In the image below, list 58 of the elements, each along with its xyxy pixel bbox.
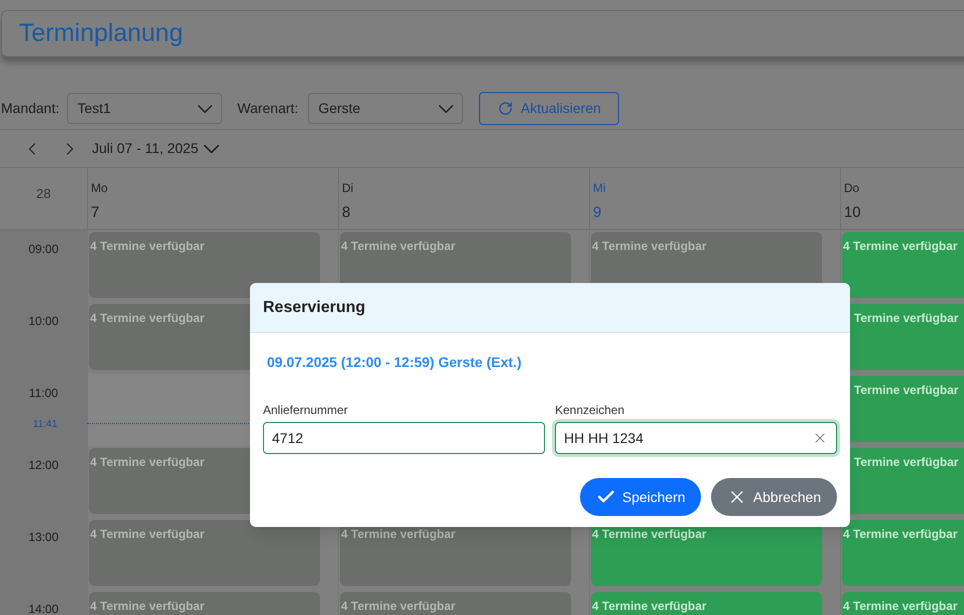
day-number: 10 [844, 203, 861, 223]
time-label: 12:00 [28, 457, 59, 474]
field-label: Kennzeichen [555, 402, 624, 419]
slot-label: 4 Termine verfügbar [90, 311, 204, 325]
text-field[interactable]: 4712 [263, 422, 545, 454]
slot-label: 4 Termine verfügbar [843, 599, 958, 613]
current-time-label: 11:41 [33, 418, 58, 432]
refresh-button[interactable]: Aktualisieren [479, 92, 620, 125]
time-label: 14:00 [28, 601, 59, 615]
date-range-picker[interactable]: Juli 07 - 11, 2025 [92, 138, 220, 159]
time-slot[interactable]: 4 Termine verfügbar [89, 592, 320, 615]
chevron-down-icon [204, 144, 220, 152]
time-slot[interactable]: 4 Termine verfügbar [89, 232, 320, 298]
slot-label: 4 Termine verfügbar [90, 239, 204, 253]
slot-label: 4 Termine verfügbar [341, 599, 456, 613]
chevron-down-icon [439, 104, 454, 112]
slot-label: 4 Termine verfügbar [341, 527, 456, 541]
slot-label: 4 Termine verfügbar [843, 239, 958, 253]
cancel-button[interactable]: Abbrechen [711, 478, 837, 516]
warenart-dropdown[interactable]: Gerste [308, 93, 464, 124]
weekday-label: Di [342, 180, 354, 197]
time-label: 09:00 [28, 241, 59, 258]
time-label: 11:00 [28, 385, 58, 402]
day-number: 9 [593, 203, 602, 223]
slot-label: 4 Termine verfügbar [90, 455, 204, 469]
slot-label: 4 Termine verfügbar [843, 527, 958, 541]
time-slot[interactable]: 4 Termine verfügbar [842, 520, 964, 586]
weekday-label: Mi [593, 180, 606, 197]
weekday-label: Mo [91, 180, 108, 197]
time-slot[interactable]: 4 Termine verfügbar [842, 592, 964, 615]
refresh-icon [498, 101, 513, 116]
text-field[interactable]: HH HH 1234 [555, 422, 837, 454]
slot-label: 4 Termine verfügbar [592, 239, 706, 253]
slot-label: 4 Termine verfügbar [592, 527, 706, 541]
slot-label: 4 Termine verfügbar [90, 527, 204, 541]
slot-label: Termine verfügbar [854, 455, 958, 469]
time-label: 10:00 [28, 313, 59, 330]
mandant-label: Mandant: [1, 99, 60, 118]
time-slot[interactable]: 4 Termine verfügbar [842, 232, 964, 298]
time-label: 13:00 [28, 529, 59, 546]
slot-label: 4 Termine verfügbar [592, 599, 706, 613]
slot-label: Termine verfügbar [854, 311, 958, 325]
chevron-down-icon [198, 104, 212, 112]
field-label: Anliefernummer [263, 402, 348, 419]
time-slot[interactable]: 4 Termine verfügbar [89, 520, 320, 586]
warenart-label: Warenart: [237, 99, 298, 118]
page-title: Terminplanung [19, 18, 183, 49]
weekday-label: Do [844, 180, 860, 197]
day-number: 8 [342, 203, 350, 223]
time-slot[interactable]: 4 Termine verfügbar [340, 592, 571, 615]
slot-label: Termine verfügbar [854, 383, 958, 397]
day-number: 7 [91, 203, 100, 223]
week-number: 28 [36, 185, 51, 203]
mandant-dropdown[interactable]: Test1 [67, 93, 222, 124]
slot-label: 4 Termine verfügbar [341, 239, 456, 253]
slot-label: 4 Termine verfügbar [90, 599, 204, 613]
time-slot[interactable]: 4 Termine verfügbar [591, 592, 822, 615]
save-button[interactable]: Speichern [580, 478, 702, 516]
